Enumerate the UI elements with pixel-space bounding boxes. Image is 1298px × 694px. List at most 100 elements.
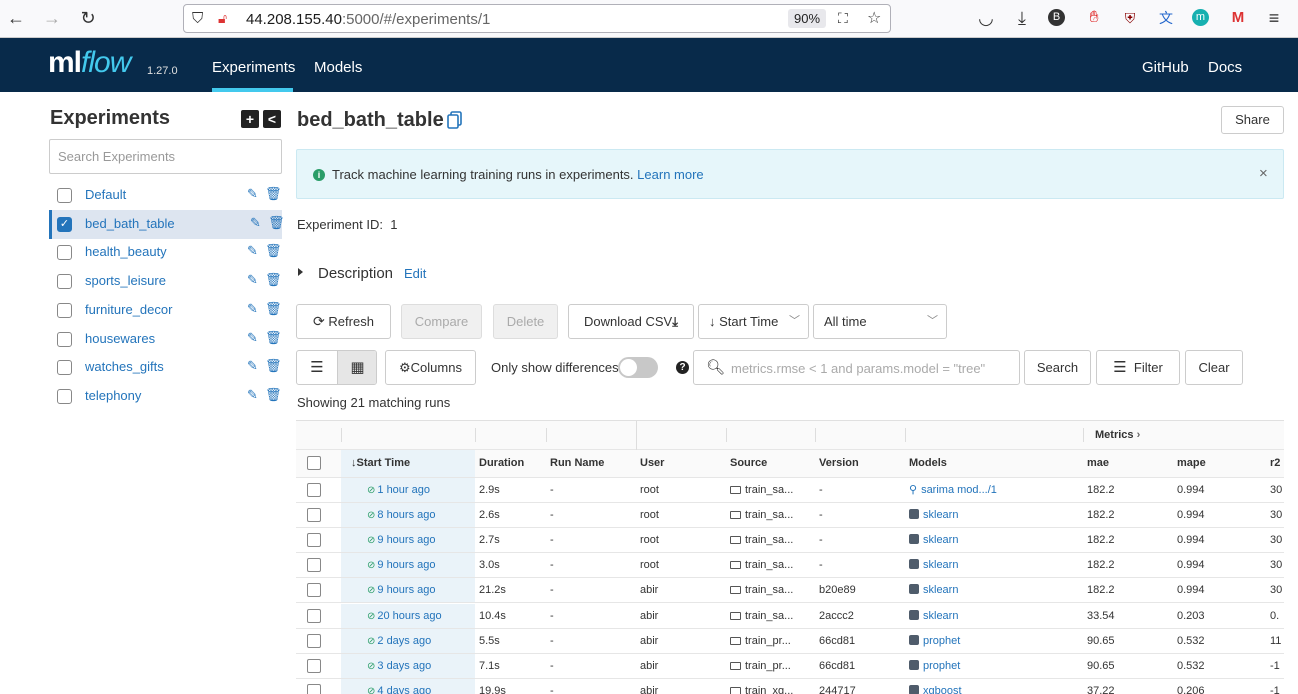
experiment-name[interactable]: sports_leisure — [85, 273, 166, 288]
sidebar-item-watches-gifts[interactable]: watches_gifts ✎ 🗑︎ — [49, 353, 282, 382]
cell-start-container[interactable]: ⊘ 20 hours ago — [341, 603, 475, 628]
extension-b-icon[interactable]: B — [1048, 9, 1065, 26]
experiment-checkbox[interactable] — [57, 245, 72, 261]
column-header-version[interactable]: Version — [815, 450, 905, 477]
close-icon[interactable]: × — [1259, 165, 1268, 182]
select-all-checkbox[interactable] — [307, 456, 321, 470]
table-row[interactable]: ⊘ 4 days ago 19.9s - abir train_xg... 244717 xg… — [296, 678, 1284, 694]
compare-button[interactable]: Compare — [401, 304, 482, 339]
share-button[interactable]: Share — [1221, 106, 1284, 134]
table-view-icon[interactable]: ▦ — [337, 351, 376, 384]
clear-button[interactable]: Clear — [1185, 350, 1243, 385]
table-row[interactable]: ⊘ 2 days ago 5.5s - abir train_pr... 66cd81 pro… — [296, 628, 1284, 654]
table-row[interactable]: ⊘ 8 hours ago 2.6s - root train_sa... - sklearn… — [296, 503, 1284, 529]
column-header-mae[interactable]: mae — [1083, 450, 1173, 477]
row-checkbox[interactable] — [307, 483, 321, 497]
experiment-checkbox[interactable] — [57, 360, 72, 376]
cell-source-container[interactable]: train_pr... — [726, 654, 815, 678]
cell-source-container[interactable]: train_xg... — [726, 679, 815, 694]
experiment-name[interactable]: bed_bath_table — [85, 216, 175, 231]
edit-icon[interactable]: ✎ — [247, 243, 258, 259]
sort-select[interactable]: ↓ Start Time ﹀ — [698, 304, 809, 339]
cell-model-container[interactable]: prophet — [905, 654, 1083, 678]
cell-start-container[interactable]: ⊘ 9 hours ago — [341, 578, 475, 603]
address-bar[interactable]: ⛉ 🔓︎ 44.208.155.40:5000/#/experiments/1 … — [183, 4, 891, 33]
trash-icon[interactable]: 🗑︎ — [268, 215, 285, 231]
edit-icon[interactable]: ✎ — [247, 387, 258, 403]
sidebar-item-telephony[interactable]: telephony ✎ 🗑︎ — [49, 382, 282, 411]
add-experiment-button[interactable]: + — [241, 110, 259, 128]
back-icon[interactable]: ← — [6, 8, 26, 28]
cell-model-container[interactable]: sklearn — [905, 553, 1083, 577]
nav-models[interactable]: Models — [314, 59, 362, 76]
mlflow-logo[interactable]: mlflow — [48, 46, 131, 80]
experiment-checkbox[interactable] — [57, 188, 72, 203]
refresh-button[interactable]: ⟳ Refresh — [296, 304, 391, 339]
description-label[interactable]: Description — [318, 265, 393, 282]
zoom-level[interactable]: 90% — [788, 9, 826, 28]
translator-icon[interactable]: 文 — [1156, 8, 1176, 28]
cell-source-container[interactable]: train_sa... — [726, 528, 815, 552]
delete-button[interactable]: Delete — [493, 304, 558, 339]
trash-icon[interactable]: 🗑︎ — [265, 272, 282, 288]
cell-start-container[interactable]: ⊘ 8 hours ago — [341, 503, 475, 528]
cell-start-container[interactable]: ⊘ 2 days ago — [341, 628, 475, 653]
cell-start-container[interactable]: ⊘ 9 hours ago — [341, 553, 475, 578]
experiment-checkbox[interactable] — [57, 274, 72, 290]
table-row[interactable]: ⊘ 1 hour ago 2.9s - root train_sa... - ⚲ sarima … — [296, 478, 1284, 503]
edit-icon[interactable]: ✎ — [247, 301, 258, 317]
trash-icon[interactable]: 🗑︎ — [265, 243, 282, 259]
experiment-checkbox[interactable] — [57, 331, 72, 347]
search-button[interactable]: Search — [1024, 350, 1091, 385]
cell-source-container[interactable]: train_sa... — [726, 478, 815, 502]
columns-button[interactable]: ⚙Columns — [385, 350, 476, 385]
cell-model-container[interactable]: xgboost — [905, 679, 1083, 694]
cell-start-container[interactable]: ⊘ 9 hours ago — [341, 528, 475, 553]
trash-icon[interactable]: 🗑︎ — [265, 358, 282, 374]
cell-start-container[interactable]: ⊘ 3 days ago — [341, 653, 475, 678]
table-row[interactable]: ⊘ 9 hours ago 21.2s - abir train_sa... b20e89 s… — [296, 578, 1284, 604]
column-header-models[interactable]: Models — [905, 450, 1083, 477]
trash-icon[interactable]: 🗑︎ — [265, 301, 282, 317]
edit-icon[interactable]: ✎ — [247, 358, 258, 374]
experiment-name[interactable]: health_beauty — [85, 244, 167, 259]
row-checkbox[interactable] — [307, 633, 321, 648]
row-checkbox[interactable] — [307, 658, 321, 673]
collapse-sidebar-button[interactable]: < — [263, 110, 281, 128]
column-header-mape[interactable]: mape — [1173, 450, 1266, 477]
description-edit-link[interactable]: Edit — [404, 266, 426, 281]
cell-start-container[interactable]: ⊘ 1 hour ago — [341, 478, 475, 502]
row-checkbox[interactable] — [307, 583, 321, 598]
table-row[interactable]: ⊘ 20 hours ago 10.4s - abir train_sa... 2accc2… — [296, 603, 1284, 629]
experiment-name[interactable]: watches_gifts — [85, 359, 164, 374]
cell-start-container[interactable]: ⊘ 4 days ago — [341, 678, 475, 694]
copy-icon[interactable] — [447, 111, 463, 129]
ublock-icon[interactable]: ⛨ — [1120, 8, 1140, 28]
column-header-user[interactable]: User — [636, 450, 726, 477]
sidebar-item-housewares[interactable]: housewares ✎ 🗑︎ — [49, 325, 282, 354]
row-checkbox[interactable] — [307, 683, 321, 694]
experiment-checkbox[interactable] — [57, 302, 72, 318]
sidebar-item-sports-leisure[interactable]: sports_leisure ✎ 🗑︎ — [49, 267, 282, 296]
experiment-checkbox[interactable] — [57, 388, 72, 404]
sidebar-item-bed-bath-table[interactable]: ✓ bed_bath_table ✎ 🗑︎ — [49, 209, 285, 239]
edit-icon[interactable]: ✎ — [247, 330, 258, 346]
list-view-icon[interactable]: ☰ — [297, 351, 337, 384]
column-header-r2[interactable]: r2 — [1266, 450, 1284, 477]
column-header-duration[interactable]: Duration — [475, 450, 546, 477]
cell-model-container[interactable]: sklearn — [905, 503, 1083, 527]
insecure-lock-icon[interactable]: 🔓︎ — [218, 10, 227, 27]
table-row[interactable]: ⊘ 3 days ago 7.1s - abir train_pr... 66cd81 pro… — [296, 653, 1284, 679]
column-header-source[interactable]: Source — [726, 450, 815, 477]
url-text[interactable]: 44.208.155.40:5000/#/experiments/1 — [246, 11, 490, 28]
download-icon[interactable]: ⤓ — [1012, 8, 1032, 28]
sidebar-item-Default[interactable]: Default ✎ 🗑︎ — [49, 181, 282, 210]
cell-model-container[interactable]: sklearn — [905, 528, 1083, 552]
extension-m-icon[interactable]: m — [1192, 9, 1209, 26]
experiment-name[interactable]: furniture_decor — [85, 302, 172, 317]
row-checkbox[interactable] — [307, 558, 321, 573]
sidebar-item-furniture-decor[interactable]: furniture_decor ✎ 🗑︎ — [49, 296, 282, 325]
trash-icon[interactable]: 🗑︎ — [265, 387, 282, 403]
cell-source-container[interactable]: train_sa... — [726, 503, 815, 527]
shield-icon[interactable]: ⛉ — [192, 10, 203, 27]
